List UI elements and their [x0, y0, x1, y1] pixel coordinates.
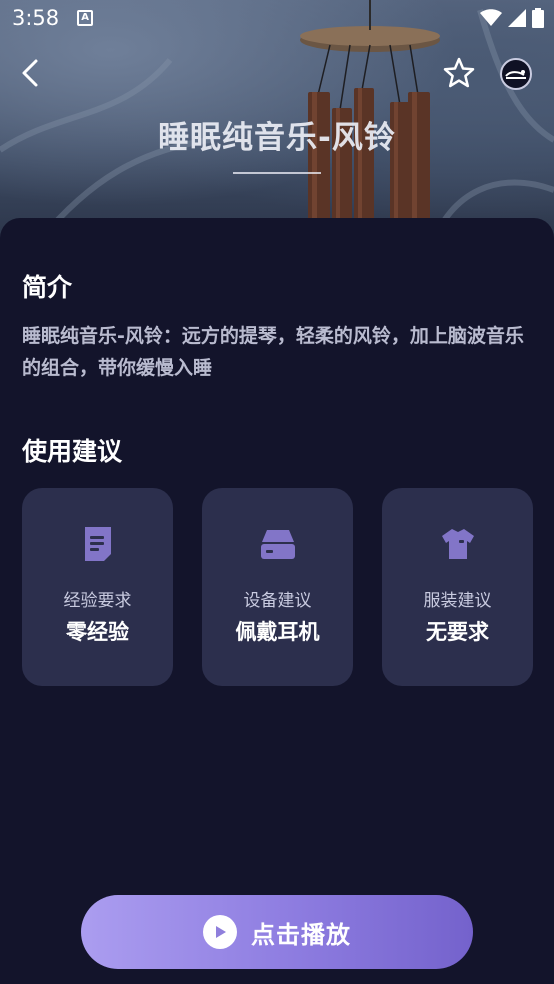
status-time: 3:58	[12, 6, 60, 30]
intro-text: 睡眠纯音乐-风铃：远方的提琴，轻柔的风铃，加上脑波音乐的组合，带你缓慢入睡	[22, 325, 524, 379]
suggestions-heading: 使用建议	[22, 437, 123, 466]
suggestion-card-device: 设备建议 佩戴耳机	[202, 488, 353, 686]
notification-icon: A	[77, 10, 94, 26]
card-label: 经验要求	[63, 591, 132, 611]
star-outline-icon	[443, 57, 475, 88]
play-triangle-icon	[216, 926, 226, 938]
tshirt-icon	[442, 529, 474, 559]
card-value: 佩戴耳机	[235, 620, 320, 644]
card-label: 设备建议	[243, 591, 312, 611]
favorite-button[interactable]	[442, 56, 476, 90]
avatar-button[interactable]	[500, 58, 532, 90]
play-button[interactable]: 点击播放	[81, 895, 473, 969]
intro-heading: 简介	[22, 273, 73, 302]
card-value: 零经验	[66, 620, 129, 644]
card-value: 无要求	[426, 620, 489, 644]
battery-icon	[532, 8, 544, 28]
suggestion-card-clothing: 服装建议 无要求	[382, 488, 533, 686]
device-drive-icon	[261, 530, 295, 559]
status-icons	[480, 8, 544, 28]
document-icon	[85, 527, 111, 561]
page-title: 睡眠纯音乐-风铃	[158, 120, 396, 156]
play-button-label: 点击播放	[251, 920, 351, 949]
back-chevron-icon	[22, 59, 38, 87]
title-underline	[233, 172, 321, 174]
sleep-avatar-icon	[505, 70, 526, 79]
screen: 3:58 A 睡眠纯音乐-风铃 简介 睡眠纯音乐-风铃：远方的提琴，轻柔的风铃，…	[0, 0, 554, 984]
suggestion-cards: 经验要求 零经验 设备建议 佩戴耳机 服装建议 无要求	[22, 488, 533, 686]
status-bar: 3:58 A	[0, 0, 554, 36]
wifi-icon	[480, 9, 502, 26]
card-label: 服装建议	[423, 591, 492, 611]
play-circle-icon	[203, 915, 237, 949]
suggestion-card-experience: 经验要求 零经验	[22, 488, 173, 686]
back-button[interactable]	[14, 56, 48, 90]
signal-icon	[508, 9, 526, 27]
